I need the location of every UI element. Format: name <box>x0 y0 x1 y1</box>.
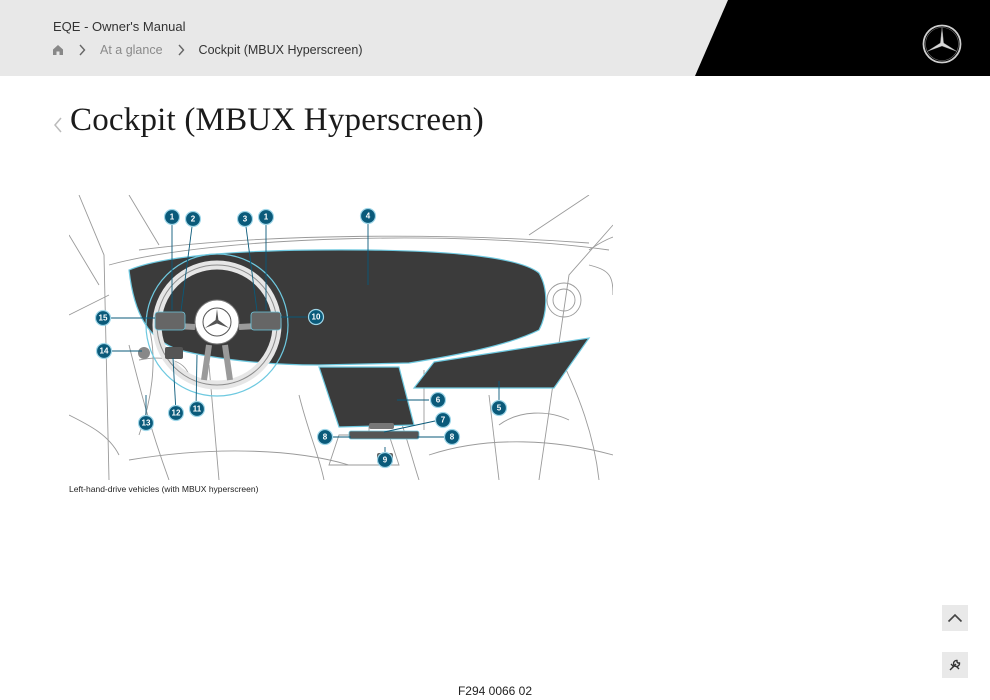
figure-caption: Left-hand-drive vehicles (with MBUX hype… <box>69 484 259 494</box>
chevron-right-icon <box>78 44 86 56</box>
svg-text:4: 4 <box>366 212 371 221</box>
callout-15: 15 <box>94 309 112 327</box>
svg-text:7: 7 <box>441 416 446 425</box>
svg-text:5: 5 <box>497 404 502 413</box>
chevron-right-icon <box>177 44 185 56</box>
callout-6: 6 <box>429 391 447 409</box>
svg-text:11: 11 <box>193 405 202 414</box>
svg-text:15: 15 <box>99 314 108 323</box>
svg-text:8: 8 <box>450 433 455 442</box>
callout-8: 8 <box>443 428 461 446</box>
callout-10: 10 <box>307 308 325 326</box>
header-black-panel <box>695 0 990 76</box>
svg-text:2: 2 <box>191 215 196 224</box>
tools-button[interactable] <box>942 652 968 678</box>
svg-text:3: 3 <box>243 215 248 224</box>
breadcrumb-link-at-a-glance[interactable]: At a glance <box>100 43 163 57</box>
callout-4: 4 <box>359 207 377 225</box>
image-code: F294 0066 02 <box>457 684 533 698</box>
svg-text:1: 1 <box>170 213 175 222</box>
callout-8: 8 <box>316 428 334 446</box>
wrench-icon <box>949 659 961 671</box>
manual-title: EQE - Owner's Manual <box>53 19 186 34</box>
svg-text:8: 8 <box>323 433 328 442</box>
page-title: Cockpit (MBUX Hyperscreen) <box>70 102 484 138</box>
callout-14: 14 <box>95 342 113 360</box>
back-arrow-icon[interactable] <box>52 116 64 134</box>
svg-text:6: 6 <box>436 396 441 405</box>
callout-5: 5 <box>490 399 508 417</box>
home-icon[interactable] <box>52 44 64 56</box>
callout-1: 1 <box>163 208 181 226</box>
breadcrumb: At a glance Cockpit (MBUX Hyperscreen) <box>52 42 362 58</box>
callout-7: 7 <box>434 411 452 429</box>
svg-text:14: 14 <box>100 347 109 356</box>
svg-text:9: 9 <box>383 456 388 465</box>
scroll-to-top-button[interactable] <box>942 605 968 631</box>
breadcrumb-current: Cockpit (MBUX Hyperscreen) <box>198 43 363 57</box>
chevron-up-icon <box>947 613 963 623</box>
svg-text:13: 13 <box>142 419 151 428</box>
cockpit-illustration: 1 2 3 1 4 15 10 14 5 6 7 8 8 12 11 13 9 <box>69 195 613 480</box>
callout-11: 11 <box>188 400 206 418</box>
page-header: EQE - Owner's Manual At a glance Cockpit… <box>0 0 990 76</box>
callout-13: 13 <box>137 414 155 432</box>
callout-3: 3 <box>236 210 254 228</box>
svg-text:1: 1 <box>264 213 269 222</box>
svg-text:12: 12 <box>172 409 181 418</box>
callout-12: 12 <box>167 404 185 422</box>
svg-text:10: 10 <box>312 313 321 322</box>
callout-2: 2 <box>184 210 202 228</box>
mercedes-star-icon <box>922 24 962 64</box>
callout-1: 1 <box>257 208 275 226</box>
callout-9: 9 <box>376 451 394 469</box>
